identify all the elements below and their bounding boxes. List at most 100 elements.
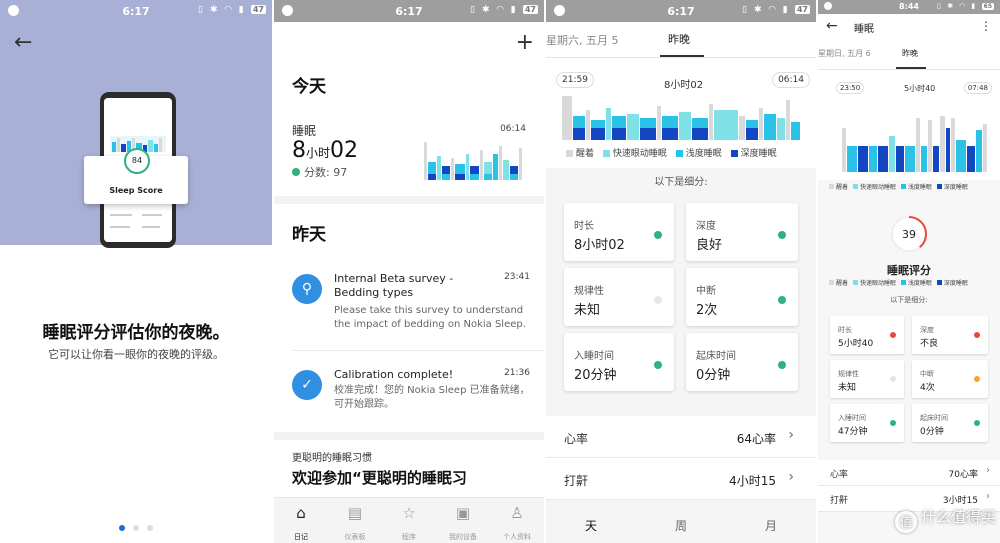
bottom-navigation: ⌂ 日记 ▤ 仪表板 ☆ 程序 ▣ 我的设备 ♙ 个人资料 [274,497,544,543]
status-dot [974,420,980,426]
sleep-duration: 5小时40 [904,84,936,93]
tab-last-night[interactable]: 昨晚 [902,48,918,59]
hero-illustration: 84 Sleep Score [0,0,272,248]
metric-card-interruptions[interactable]: 中断 4次 [912,360,988,398]
row-heart-rate[interactable]: 心率 70心率 › [818,460,1000,486]
wake-time: 06:14 [500,124,526,134]
status-icons: ▯ ✱ ◠ ▮ 65 [936,2,994,10]
timeline-bars [842,116,987,172]
metric-card-duration[interactable]: 时长 5小时40 [830,316,904,354]
active-tab-underline [660,55,704,57]
metric-card-depth[interactable]: 深度 良好 [686,203,798,261]
timeline-bars [562,96,800,140]
add-icon[interactable]: + [516,30,534,55]
chevron-right-icon: › [986,491,990,502]
section-yesterday: 昨天 [292,225,326,245]
watermark-logo-icon: 值 [894,511,917,533]
battery-icon: 47 [794,5,810,14]
sleep-score-screen: 8:44 ▯ ✱ ◠ ▮ 65 ← 睡眠 ⋮ 星期日, 五月 6 昨晚 23:5… [818,0,1000,543]
breakdown-label: 以下是细分: [654,177,708,188]
notification-survey[interactable]: ⚲ Internal Beta survey - Bedding types P… [292,272,530,342]
tab-day[interactable]: 天 [546,505,636,543]
status-dot [778,361,786,369]
sleep-detail-screen: 6:17 ▯ ✱ ◠ ▮ 47 星期六, 五月 5 昨晚 21:59 8小时02… [546,0,816,543]
page-dot-1[interactable] [119,525,125,531]
tab-programs[interactable]: ☆ 程序 [382,498,436,543]
tab-profile[interactable]: ♙ 个人资料 [490,498,544,543]
mini-sleep-chart [424,142,522,180]
device-icon: ▣ [455,504,471,522]
back-arrow-icon[interactable]: ← [14,30,32,55]
status-dot [890,376,896,382]
tab-month[interactable]: 月 [726,505,816,543]
metric-card-time-to-sleep[interactable]: 入睡时间 20分钟 [564,333,674,391]
score-card-label: Sleep Score [109,186,163,195]
metric-card-time-to-sleep[interactable]: 入睡时间 47分钟 [830,404,904,442]
status-bar: 6:17 ▯ ✱ ◠ ▮ 47 [546,0,816,22]
check-icon: ✓ [292,370,322,400]
status-dot [778,231,786,239]
divider [274,432,544,440]
metric-card-time-to-get-up[interactable]: 起床时间 0分钟 [912,404,988,442]
sleep-score-title: 睡眠评分 [887,264,931,277]
sleep-score-card: 84 Sleep Score [84,148,188,204]
tab-devices[interactable]: ▣ 我的设备 [436,498,490,543]
status-dot [654,231,662,239]
notification-time: 21:36 [504,368,530,378]
notification-calibration[interactable]: ✓ Calibration complete! 校准完成！您的 Nokia Sl… [292,368,530,428]
back-arrow-icon[interactable]: ← [826,18,838,34]
active-tab-underline [896,67,926,69]
status-icons: ▯ ✱ ◠ ▮ 47 [469,5,538,15]
notification-time: 23:41 [504,272,530,282]
program-title[interactable]: 欢迎参加“更聪明的睡眠习 [292,467,467,488]
chevron-right-icon: › [986,465,990,476]
status-dot [654,296,662,304]
chart-legend: 醒着 快速眼动睡眠 浅度睡眠 深度睡眠 [560,146,777,159]
chart-legend: 醒着 快速眼动睡眠 浅度睡眠 深度睡眠 [826,182,968,191]
score-ring: 39 [891,216,927,252]
journal-screen: 6:17 ▯ ✱ ◠ ▮ 47 + 今天 睡眠 8小时02 分数: 97 06:… [274,0,544,543]
status-icons: ▯ ✱ ◠ ▮ 47 [741,5,810,15]
sleep-duration: 8小时02 [292,138,359,163]
dashboard-icon: ▤ [347,504,363,522]
tab-last-night[interactable]: 昨晚 [668,31,690,47]
tab-dashboard[interactable]: ▤ 仪表板 [328,498,382,543]
score-ring: 84 [124,148,150,174]
metric-card-interruptions[interactable]: 中断 2次 [686,268,798,326]
sleep-timeline-chart: 23:50 5小时40 07:48 醒着 快速眼动睡眠 浅度睡眠 深度睡眠 [818,70,1000,191]
metric-card-time-to-get-up[interactable]: 起床时间 0分钟 [686,333,798,391]
tab-week[interactable]: 周 [636,505,726,543]
page-dot-3[interactable] [147,525,153,531]
sleep-timeline-chart: 21:59 8小时02 06:14 醒着 快速眼动睡眠 浅度睡眠 深度睡眠 [546,58,816,168]
end-time: 07:48 [963,82,992,94]
metric-card-duration[interactable]: 时长 8小时02 [564,203,674,261]
metric-card-depth[interactable]: 深度 不良 [912,316,988,354]
section-today: 今天 [292,77,326,97]
start-time: 23:50 [836,82,865,94]
tab-journal[interactable]: ⌂ 日记 [274,498,328,543]
page-dot-2[interactable] [133,525,139,531]
watermark: 值什么值得买 [894,506,996,533]
metric-card-regularity[interactable]: 规律性 未知 [830,360,904,398]
breakdown-label: 以下是细分: [890,296,928,304]
metric-card-regularity[interactable]: 规律性 未知 [564,268,674,326]
status-bar: 8:44 ▯ ✱ ◠ ▮ 65 [818,0,1000,14]
more-menu-icon[interactable]: ⋮ [980,19,992,33]
divider [292,350,544,351]
start-time: 21:59 [556,72,594,88]
survey-icon: ⚲ [292,274,322,304]
row-snoring[interactable]: 打鼾 4小时15 › [546,458,816,500]
sleep-score: 分数: 97 [292,164,347,180]
tab-previous-date[interactable]: 星期日, 五月 6 [818,48,871,59]
tab-previous-date[interactable]: 星期六, 五月 5 [546,32,619,48]
sleep-duration: 8小时02 [664,80,704,91]
chevron-right-icon: › [788,427,794,443]
status-dot [890,420,896,426]
score-status-dot [292,168,300,176]
star-icon: ☆ [402,504,416,522]
row-heart-rate[interactable]: 心率 64心率 › [546,416,816,458]
person-icon: ♙ [510,504,524,522]
battery-icon: 47 [250,5,266,14]
period-tabs: 天 周 月 [546,505,816,543]
end-time: 06:14 [772,72,810,88]
